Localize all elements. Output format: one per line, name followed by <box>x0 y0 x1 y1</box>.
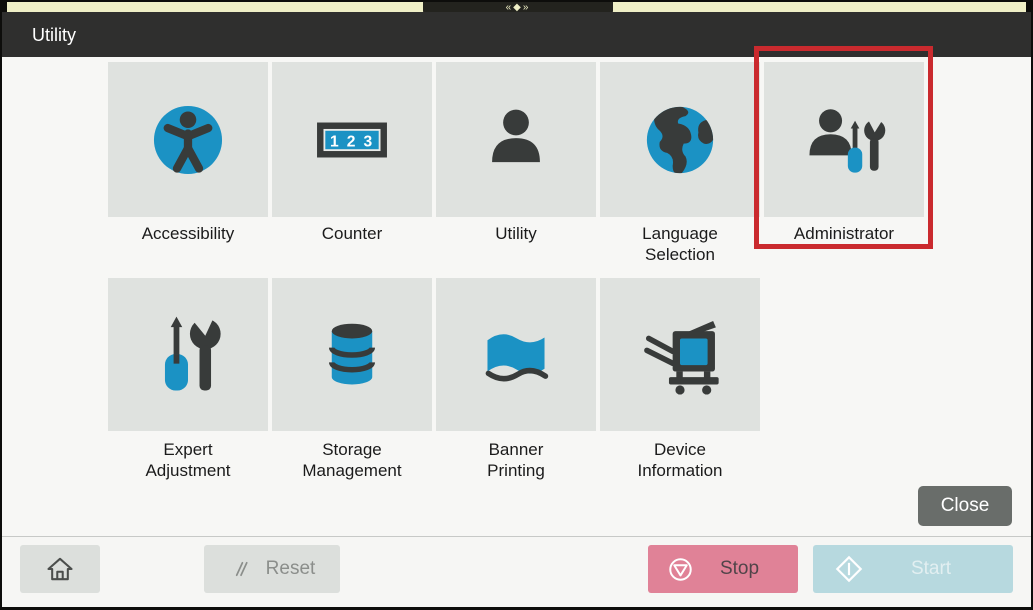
accessibility-icon <box>142 94 234 186</box>
page-title: Utility <box>32 12 76 57</box>
start-button-label: Start <box>867 558 995 580</box>
printer-icon <box>634 309 726 401</box>
globe-icon <box>634 94 726 186</box>
reset-button-label: Reset <box>266 558 316 580</box>
stop-button-label: Stop <box>697 558 782 580</box>
counter-digits: 1 2 3 <box>330 133 374 150</box>
tile-banner-printing[interactable] <box>436 278 596 431</box>
tile-label-storage-management: Storage Management <box>272 439 432 481</box>
database-icon <box>306 309 398 401</box>
tile-label-accessibility: Accessibility <box>108 223 268 244</box>
stop-button[interactable]: Stop <box>648 545 798 593</box>
tile-label-administrator: Administrator <box>764 223 924 244</box>
tile-expert-adjustment[interactable] <box>108 278 268 431</box>
utility-screen: «◆» Utility Accessibility 1 2 3 Cou <box>0 0 1033 610</box>
home-icon <box>43 552 77 586</box>
close-button-label: Close <box>941 495 990 517</box>
tile-label-utility: Utility <box>436 223 596 244</box>
tile-label-expert-adjustment: Expert Adjustment <box>108 439 268 481</box>
tile-utility[interactable] <box>436 62 596 217</box>
header-bar: Utility <box>2 12 1031 57</box>
tile-label-language-selection: Language Selection <box>600 223 760 265</box>
flag-icon <box>470 309 562 401</box>
tile-device-information[interactable] <box>600 278 760 431</box>
tile-label-counter: Counter <box>272 223 432 244</box>
tile-storage-management[interactable] <box>272 278 432 431</box>
tile-accessibility[interactable] <box>108 62 268 217</box>
tile-language-selection[interactable] <box>600 62 760 217</box>
start-button[interactable]: Start <box>813 545 1013 593</box>
tile-administrator[interactable] <box>764 62 924 217</box>
home-button[interactable] <box>20 545 100 593</box>
counter-icon: 1 2 3 <box>306 94 398 186</box>
tile-label-device-information: Device Information <box>600 439 760 481</box>
user-icon <box>470 94 562 186</box>
close-button[interactable]: Close <box>918 486 1012 526</box>
tools-icon <box>140 307 236 403</box>
admin-tools-icon <box>796 92 892 188</box>
reset-icon <box>229 557 253 581</box>
footer-bar: Reset Stop Start <box>2 537 1031 607</box>
start-icon <box>831 551 867 587</box>
tile-counter[interactable]: 1 2 3 <box>272 62 432 217</box>
tile-label-banner-printing: Banner Printing <box>436 439 596 481</box>
reset-button[interactable]: Reset <box>204 545 340 593</box>
stop-icon <box>664 553 697 586</box>
